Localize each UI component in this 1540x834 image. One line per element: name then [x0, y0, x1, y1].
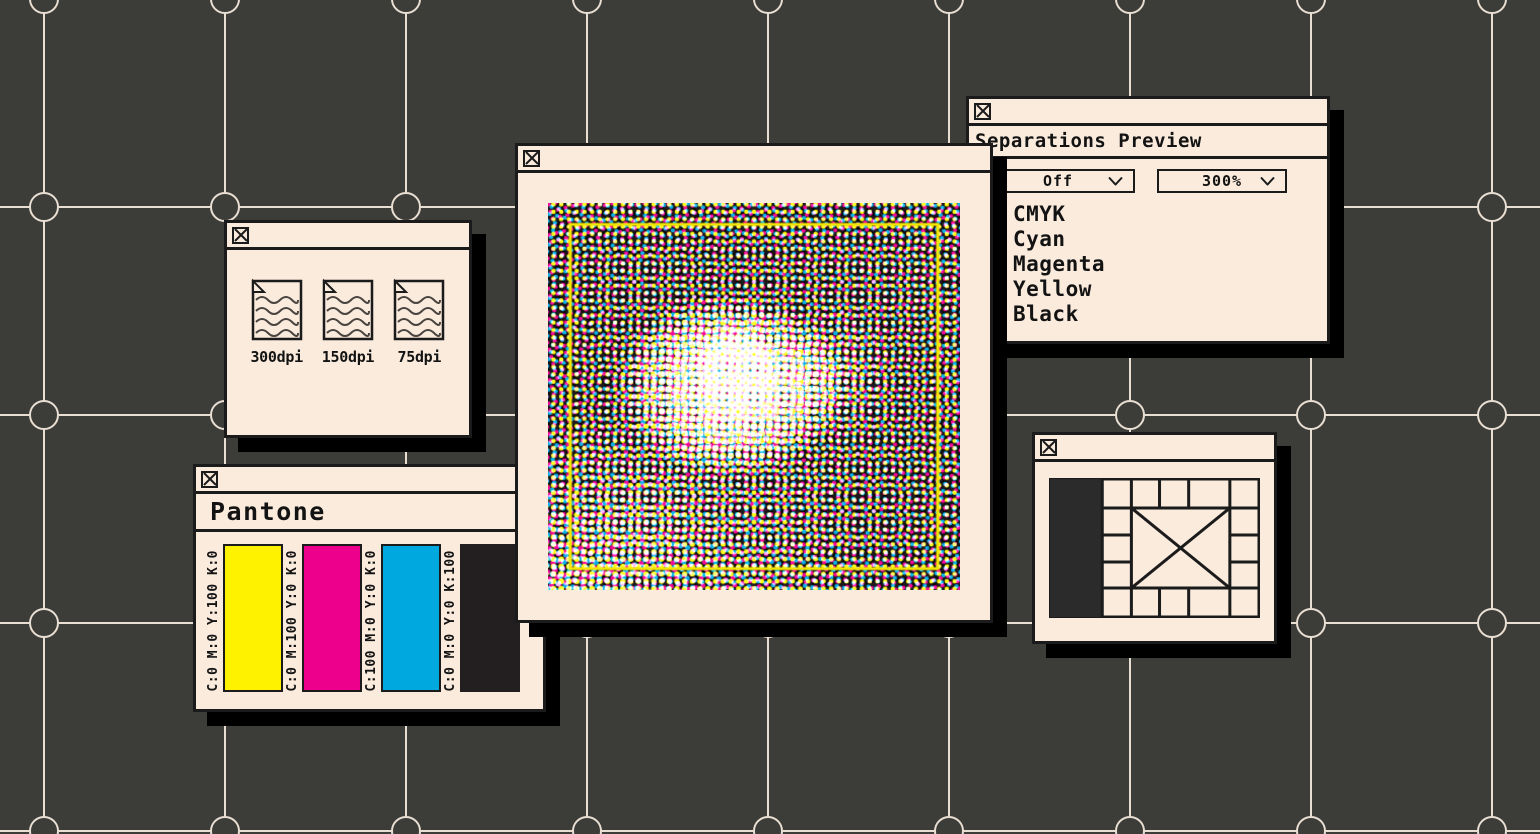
swatch-label: C:0 M:0 Y:0 K:100 — [443, 550, 458, 692]
layout-body — [1035, 462, 1274, 638]
list-item[interactable]: Cyan — [981, 228, 1327, 250]
close-box-icon[interactable] — [974, 102, 991, 120]
list-item[interactable]: CMYK — [981, 203, 1327, 225]
close-box-icon[interactable] — [201, 470, 218, 488]
pantone-swatch-list: C:0 M:0 Y:100 K:0 C:0 M:100 Y:0 K:0 C:10… — [196, 532, 543, 706]
resolution-icon-grid: 300dpi 150dpi 75dpi — [227, 250, 469, 366]
color-swatch[interactable] — [223, 544, 283, 692]
chevron-down-icon — [1260, 176, 1275, 186]
list-item[interactable]: C:0 M:0 Y:0 K:100 — [443, 544, 520, 692]
window-layout[interactable] — [1032, 432, 1277, 644]
channel-label: Yellow — [1013, 277, 1092, 301]
page-title: Separations Preview — [969, 126, 1327, 159]
window-pantone[interactable]: Pantone C:0 M:0 Y:100 K:0 C:0 M:100 Y:0 … — [193, 464, 546, 712]
mode-dropdown-value: Off — [1042, 172, 1074, 190]
window-separations-preview[interactable]: Separations Preview Off 300% CMYK Cyan M… — [966, 96, 1330, 344]
list-item[interactable]: Black — [981, 303, 1327, 325]
list-item[interactable]: Yellow — [981, 278, 1327, 300]
window-preview[interactable] — [515, 143, 993, 623]
titlebar-preview[interactable] — [518, 146, 990, 173]
color-swatch[interactable] — [302, 544, 362, 692]
page-title: Pantone — [196, 494, 543, 532]
titlebar-pantone[interactable] — [196, 467, 543, 494]
list-item[interactable]: C:100 M:0 Y:0 K:0 — [364, 544, 441, 692]
crop-marks-grid-icon — [1048, 477, 1261, 619]
list-item[interactable]: 300dpi — [250, 278, 304, 366]
mode-dropdown[interactable]: Off — [981, 169, 1135, 193]
channel-label: Black — [1013, 302, 1079, 326]
channel-label: Magenta — [1013, 252, 1106, 276]
color-swatch[interactable] — [460, 544, 520, 692]
zoom-dropdown[interactable]: 300% — [1157, 169, 1287, 193]
channel-label: Cyan — [1013, 227, 1066, 251]
close-box-icon[interactable] — [1040, 438, 1057, 456]
close-box-icon[interactable] — [523, 149, 540, 167]
preview-body — [518, 173, 990, 620]
document-icon — [394, 278, 445, 341]
list-item[interactable]: C:0 M:100 Y:0 K:0 — [285, 544, 362, 692]
titlebar-separations[interactable] — [969, 99, 1327, 126]
list-item[interactable]: 150dpi — [321, 278, 375, 366]
cmyk-halftone-rosette-image[interactable] — [548, 203, 960, 590]
titlebar-layout[interactable] — [1035, 435, 1274, 462]
swatch-label: C:0 M:0 Y:100 K:0 — [206, 550, 221, 692]
list-item[interactable]: C:0 M:0 Y:100 K:0 — [206, 544, 283, 692]
list-item-label: 300dpi — [250, 348, 303, 366]
zoom-dropdown-value: 300% — [1201, 172, 1243, 190]
list-item-label: 150dpi — [321, 348, 375, 366]
chevron-down-icon — [1108, 176, 1123, 186]
separations-controls: Off 300% — [981, 169, 1327, 193]
channel-list: CMYK Cyan Magenta Yellow Black — [981, 203, 1327, 325]
document-icon — [251, 278, 302, 341]
separations-body: Off 300% CMYK Cyan Magenta Yellow Black — [969, 159, 1327, 325]
list-item[interactable]: 75dpi — [392, 278, 446, 366]
channel-label: CMYK — [1013, 202, 1066, 226]
window-resolution[interactable]: 300dpi 150dpi 75dpi — [224, 220, 472, 438]
titlebar-resolution[interactable] — [227, 223, 469, 250]
swatch-label: C:100 M:0 Y:0 K:0 — [364, 550, 379, 692]
close-box-icon[interactable] — [232, 226, 249, 244]
list-item-label: 75dpi — [397, 348, 442, 366]
list-item[interactable]: Magenta — [981, 253, 1327, 275]
swatch-label: C:0 M:100 Y:0 K:0 — [285, 550, 300, 692]
color-swatch[interactable] — [381, 544, 441, 692]
document-icon — [322, 278, 374, 341]
